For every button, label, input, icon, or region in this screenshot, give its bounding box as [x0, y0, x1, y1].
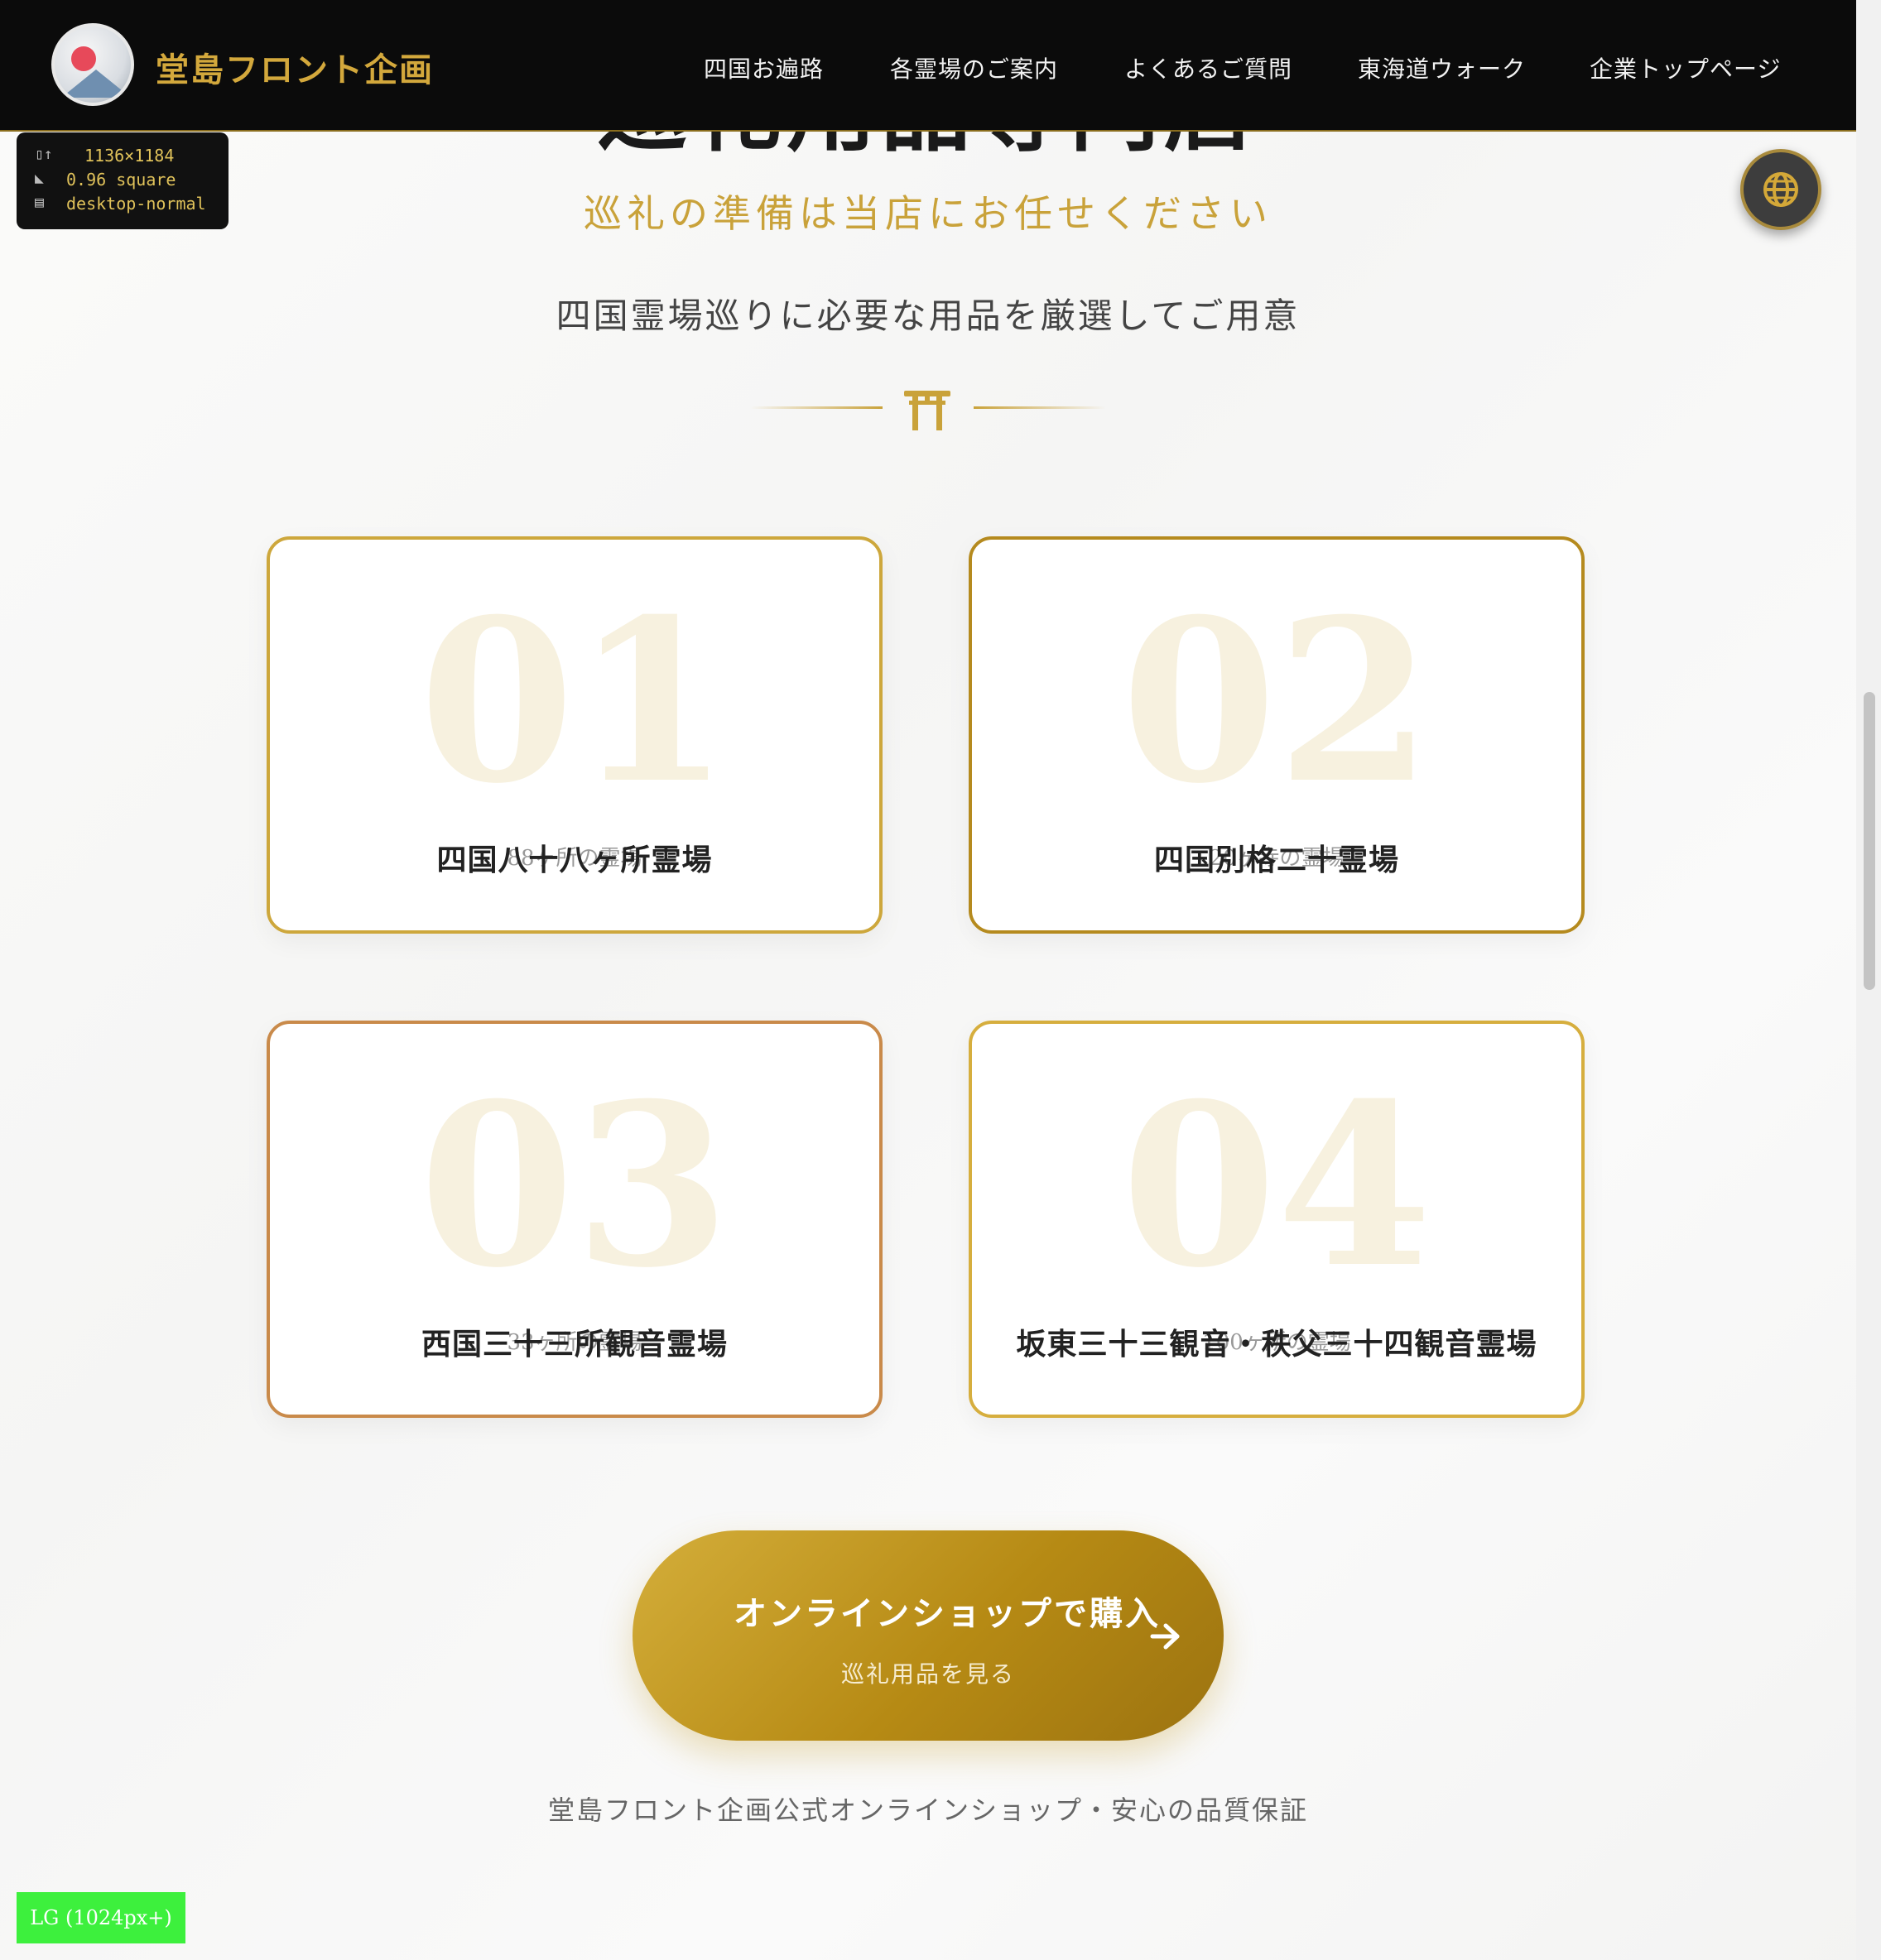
nav-link-shikoku-henro[interactable]: 四国お遍路	[704, 51, 824, 84]
section-description: 四国霊場巡りに必要な用品を厳選してご用意	[556, 295, 1301, 336]
nav-link-reijo-guide[interactable]: 各霊場のご案内	[890, 51, 1058, 84]
nav-link-corporate-top[interactable]: 企業トップページ	[1590, 51, 1781, 84]
site-header: 堂島フロント企画 四国お遍路 各霊場のご案内 よくあるご質問 東海道ウォーク 企…	[0, 0, 1856, 132]
reijo-card-4[interactable]: 04 100ヶ所の霊場 坂東三十三観音・秩父三十四観音霊場	[969, 1021, 1585, 1418]
online-shop-button[interactable]: オンラインショップで購入 巡礼用品を見る	[633, 1530, 1224, 1741]
brand-name[interactable]: 堂島フロント企画	[156, 43, 434, 91]
card-number: 02	[1121, 569, 1432, 833]
section-subtitle: 巡礼の準備は当店にお任せください	[584, 191, 1272, 236]
scrollbar-thumb[interactable]	[1864, 692, 1875, 990]
viewport-size: 1136×1184	[84, 146, 175, 166]
viewport-info-panel: ▯↑ 1136×1184 ◣ 0.96 square ▤ desktop-nor…	[17, 132, 229, 229]
clipboard-icon: ▤	[35, 194, 44, 211]
logo-sun	[71, 46, 96, 71]
arrow-right-icon	[1150, 1623, 1180, 1650]
card-number: 01	[419, 569, 730, 833]
torii-icon	[904, 391, 950, 430]
language-button[interactable]	[1740, 149, 1821, 230]
reijo-card-2[interactable]: 02 20ヶ寺の霊場 四国別格二十霊場	[969, 536, 1585, 934]
globe-icon	[1763, 172, 1798, 207]
card-title: 四国別格二十霊場	[1153, 843, 1399, 877]
brand-logo[interactable]	[51, 23, 134, 106]
breakpoint-badge: LG (1024px+)	[17, 1892, 185, 1943]
nav-link-tokaido-walk[interactable]: 東海道ウォーク	[1358, 51, 1526, 84]
nav-link-faq[interactable]: よくあるご質問	[1124, 51, 1292, 84]
card-title: 四国八十八ヶ所霊場	[436, 843, 713, 877]
reijo-card-3[interactable]: 03 33ヶ所の霊場 西国三十三所観音霊場	[267, 1021, 883, 1418]
card-title: 坂東三十三観音・秩父三十四観音霊場	[1016, 1327, 1537, 1362]
divider-line-left	[750, 406, 883, 409]
device-icon: ▯↑	[35, 146, 53, 163]
divider-line-right	[974, 406, 1106, 409]
card-title: 西国三十三所観音霊場	[421, 1327, 728, 1362]
ruler-icon: ◣	[35, 170, 44, 187]
card-number: 04	[1121, 1054, 1432, 1317]
viewport-mode: desktop-normal	[66, 194, 206, 214]
shop-footnote: 堂島フロント企画公式オンラインショップ・安心の品質保証	[547, 1794, 1308, 1826]
logo-mountain	[61, 70, 131, 98]
cta-main-label: オンラインショップで購入	[734, 1594, 1161, 1633]
cta-sub-label: 巡礼用品を見る	[840, 1660, 1015, 1688]
reijo-card-1[interactable]: 01 88ヶ所の霊場 四国八十八ヶ所霊場	[267, 536, 883, 934]
viewport-ratio: 0.96 square	[66, 170, 176, 190]
card-number: 03	[419, 1054, 730, 1317]
